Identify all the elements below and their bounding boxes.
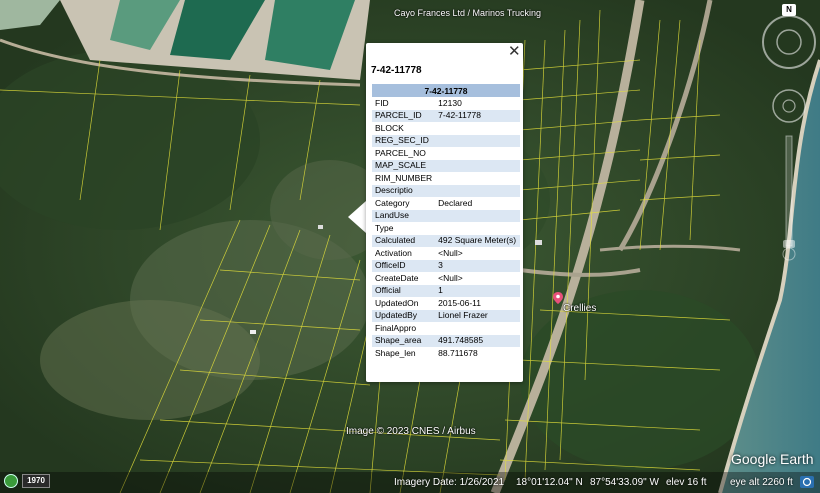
longitude-readout: 87°54'33.09" W	[590, 477, 659, 488]
attribute-value: Declared	[438, 197, 473, 208]
attribute-key: MAP_SCALE	[372, 159, 436, 172]
attribute-value	[435, 322, 520, 335]
attribute-row: CreateDate <Null>	[372, 272, 520, 285]
attribute-row: Type	[372, 222, 520, 235]
attribute-value	[435, 159, 520, 172]
attribute-value: 7-42-11778	[435, 109, 520, 122]
imagery-date: Imagery Date: 1/26/2021	[394, 477, 505, 488]
balloon-title: 7-42-11778	[371, 65, 422, 76]
attribute-value: 491.748585	[435, 334, 520, 347]
attribute-key: Official	[372, 284, 436, 297]
attribute-key: RIM_NUMBER	[375, 172, 433, 183]
streaming-status-icon	[800, 476, 814, 488]
attribute-row: Descriptio	[372, 184, 520, 197]
attribute-key: Category	[375, 197, 410, 208]
zoom-out-icon[interactable]	[782, 247, 796, 261]
attribute-row: Official 1	[372, 284, 520, 297]
eye-altitude-readout: eye alt 2260 ft	[730, 477, 793, 488]
attribute-value: Lionel Frazer	[435, 309, 520, 322]
attribute-row: OfficeID 3	[372, 259, 520, 272]
attribute-value: 3	[435, 259, 520, 272]
attribute-value	[435, 209, 520, 222]
attribute-value: 492 Square Meter(s)	[435, 234, 520, 247]
close-icon[interactable]: ✕	[508, 44, 521, 60]
historical-year-badge[interactable]: 1970	[22, 474, 50, 488]
attribute-key: FID	[375, 97, 389, 108]
attribute-value: 88.711678	[438, 347, 478, 358]
attribute-value: 1	[435, 284, 520, 297]
attribute-key: PARCEL_ID	[372, 109, 436, 122]
zoom-slider-handle[interactable]	[783, 240, 795, 248]
attribute-key: FinalAppro	[375, 322, 417, 333]
imagery-copyright: Image © 2023 CNES / Airbus	[346, 426, 476, 437]
attribute-value	[435, 172, 520, 185]
attribute-key: Shape_len	[375, 347, 416, 358]
attribute-key: UpdatedBy	[372, 309, 436, 322]
attribute-key: OfficeID	[372, 259, 436, 272]
attribute-row: Category Declared	[372, 197, 520, 210]
parcel-info-balloon: ✕ 7-42-11778 7-42-11778 FID 12130 PARCEL_I…	[366, 43, 523, 382]
historical-imagery-icon[interactable]	[4, 474, 18, 488]
attribute-value: <Null>	[438, 247, 463, 258]
attribute-row: UpdatedBy Lionel Frazer	[372, 309, 520, 322]
map-place-label[interactable]: Cayo Frances Ltd / Marinos Trucking	[394, 8, 541, 18]
attribute-row: RIM_NUMBER	[372, 172, 520, 185]
attribute-key: LandUse	[372, 209, 436, 222]
attribute-key: Shape_area	[372, 334, 436, 347]
attribute-value	[435, 184, 520, 197]
map-place-label-crellies[interactable]: Crellies	[563, 303, 596, 314]
attribute-value	[435, 147, 520, 160]
place-pin-icon[interactable]	[553, 292, 563, 304]
attribute-key: Descriptio	[372, 184, 436, 197]
attribute-key: UpdatedOn	[375, 297, 419, 308]
attribute-row: Activation <Null>	[372, 247, 520, 260]
latitude-readout: 18°01'12.04" N	[516, 477, 583, 488]
attribute-value: 12130	[438, 97, 462, 108]
attribute-row: FID 12130	[372, 97, 520, 110]
attribute-value: <Null>	[438, 272, 463, 283]
attribute-key: Calculated	[372, 234, 436, 247]
attribute-row: PARCEL_ID 7-42-11778	[372, 109, 520, 122]
attribute-row: BLOCK	[372, 122, 520, 135]
attribute-key: REG_SEC_ID	[372, 134, 436, 147]
attribute-row: UpdatedOn 2015-06-11	[372, 297, 520, 310]
attribute-row: Shape_len 88.711678	[372, 347, 520, 360]
attribute-key: BLOCK	[375, 122, 404, 133]
attribute-table: 7-42-11778 FID 12130 PARCEL_ID 7-42-11778 BL…	[372, 84, 520, 360]
attribute-value	[435, 222, 520, 235]
attribute-row: Shape_area 491.748585	[372, 334, 520, 347]
balloon-pointer	[348, 201, 366, 233]
attribute-key: PARCEL_NO	[375, 147, 426, 158]
attribute-table-header: 7-42-11778	[372, 84, 520, 97]
attribute-row: LandUse	[372, 209, 520, 222]
attribute-value	[435, 122, 520, 135]
attribute-row: REG_SEC_ID	[372, 134, 520, 147]
move-joystick-icon[interactable]	[772, 89, 806, 123]
attribute-value	[435, 134, 520, 147]
zoom-slider[interactable]	[785, 135, 793, 247]
attribute-row: FinalAppro	[372, 322, 520, 335]
attribute-key: Type	[375, 222, 394, 233]
attribute-row: MAP_SCALE	[372, 159, 520, 172]
attribute-value: 2015-06-11	[438, 297, 482, 308]
attribute-key: Activation	[375, 247, 412, 258]
google-earth-logo: Google Earth	[731, 451, 814, 467]
attribute-row: PARCEL_NO	[372, 147, 520, 160]
status-bar: Imagery Date: 1/26/2021 18°01'12.04" N 8…	[0, 472, 820, 493]
look-joystick-ring[interactable]	[762, 15, 816, 69]
navigation-controls: N	[760, 4, 818, 274]
north-up-button[interactable]: N	[782, 4, 796, 16]
attribute-row: Calculated 492 Square Meter(s)	[372, 234, 520, 247]
attribute-key: CreateDate	[375, 272, 419, 283]
look-joystick-icon[interactable]	[776, 29, 802, 55]
elevation-readout: elev 16 ft	[666, 477, 707, 488]
